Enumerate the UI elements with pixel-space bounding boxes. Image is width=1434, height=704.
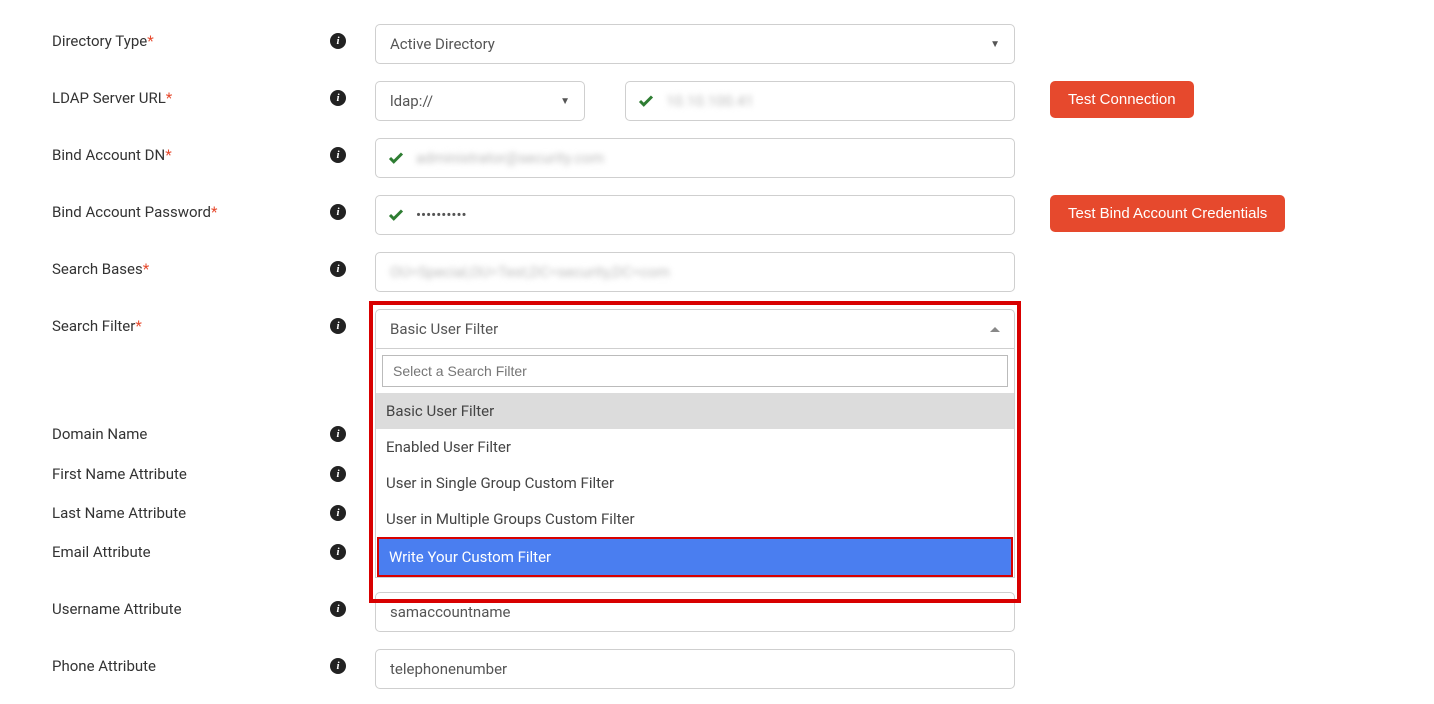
username-attr-input[interactable]: samaccountname [375,592,1015,632]
info-icon[interactable]: i [330,466,346,482]
phone-attr-input[interactable]: telephonenumber [375,649,1015,689]
check-icon [387,206,405,224]
label-ldap-url: LDAP Server URL [52,89,166,107]
test-connection-button[interactable]: Test Connection [1050,81,1194,118]
info-icon[interactable]: i [330,147,346,163]
required-asterisk: * [165,146,171,164]
label-phone-attr: Phone Attribute [52,657,156,675]
test-bind-button[interactable]: Test Bind Account Credentials [1050,195,1285,232]
dropdown-option[interactable]: Enabled User Filter [376,429,1014,465]
dropdown-option[interactable]: Basic User Filter [376,393,1014,429]
ldap-scheme-value: ldap:// [390,92,433,110]
required-asterisk: * [135,317,141,335]
check-icon [387,149,405,167]
bind-pw-value: •••••••••• [416,206,467,224]
search-filter-value: Basic User Filter [390,320,498,338]
phone-attr-value: telephonenumber [390,660,507,678]
info-icon[interactable]: i [330,505,346,521]
ldap-scheme-select[interactable]: ldap:// ▼ [375,81,585,121]
chevron-down-icon: ▼ [990,39,1000,50]
required-asterisk: * [166,89,172,107]
label-domain-name: Domain Name [52,425,147,443]
bind-dn-value: administrator@security.com [416,149,604,167]
ldap-host-input[interactable]: 10.10.100.41 [625,81,1015,121]
label-username-attr: Username Attribute [52,600,182,618]
info-icon[interactable]: i [330,426,346,442]
dropdown-search-input[interactable] [382,355,1008,387]
username-attr-value: samaccountname [390,603,510,621]
info-icon[interactable]: i [330,601,346,617]
directory-type-value: Active Directory [390,35,495,53]
required-asterisk: * [143,260,149,278]
dropdown-option[interactable]: User in Single Group Custom Filter [376,465,1014,501]
caret-up-icon [990,327,1000,332]
dropdown-option[interactable]: User in Multiple Groups Custom Filter [376,501,1014,537]
info-icon[interactable]: i [330,90,346,106]
info-icon[interactable]: i [330,261,346,277]
label-search-bases: Search Bases [52,260,143,278]
bind-pw-input[interactable]: •••••••••• [375,195,1015,235]
label-first-name-attr: First Name Attribute [52,465,187,483]
search-bases-input[interactable]: OU=Special,OU=Test,DC=security,DC=com [375,252,1015,292]
directory-type-select[interactable]: Active Directory ▼ [375,24,1015,64]
required-asterisk: * [147,32,153,50]
search-filter-dropdown: Basic User Filter Enabled User Filter Us… [375,349,1015,578]
dropdown-option-highlighted[interactable]: Write Your Custom Filter [377,537,1013,577]
ldap-host-value: 10.10.100.41 [666,92,754,110]
info-icon[interactable]: i [330,318,346,334]
search-filter-select[interactable]: Basic User Filter [375,309,1015,349]
info-icon[interactable]: i [330,204,346,220]
info-icon[interactable]: i [330,544,346,560]
info-icon[interactable]: i [330,33,346,49]
chevron-down-icon: ▼ [560,96,570,107]
label-bind-pw: Bind Account Password [52,203,211,221]
label-bind-dn: Bind Account DN [52,146,165,164]
label-search-filter: Search Filter [52,317,135,335]
required-asterisk: * [211,203,217,221]
label-directory-type: Directory Type [52,32,147,50]
label-email-attr: Email Attribute [52,543,151,561]
search-bases-value: OU=Special,OU=Test,DC=security,DC=com [390,263,670,281]
info-icon[interactable]: i [330,658,346,674]
label-last-name-attr: Last Name Attribute [52,504,186,522]
bind-dn-input[interactable]: administrator@security.com [375,138,1015,178]
check-icon [637,92,655,110]
